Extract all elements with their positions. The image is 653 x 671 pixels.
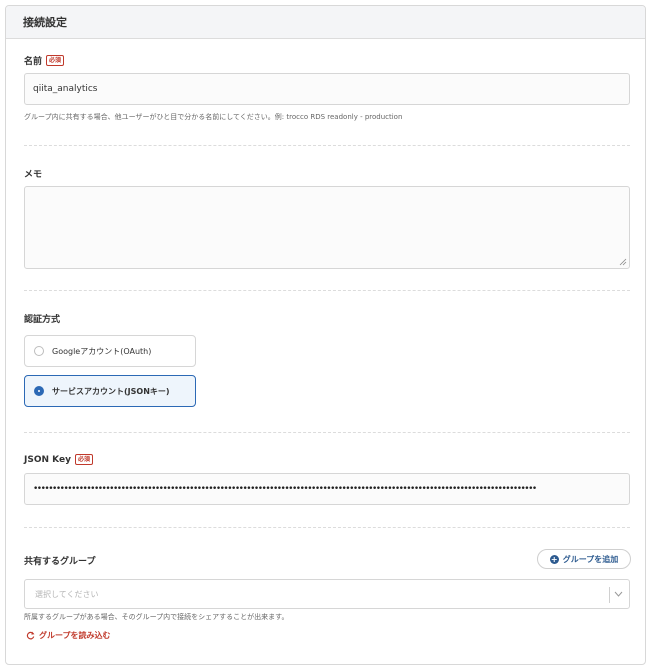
memo-label-text: メモ [24,170,43,180]
divider [24,432,630,433]
plus-circle-icon: + [549,554,559,564]
refresh-icon [26,631,35,640]
auth-option-service-account[interactable]: サービスアカウント(JSONキー) [24,375,196,407]
auth-option-service-account-label: サービスアカウント(JSONキー) [52,386,170,396]
auth-label-text: 認証方式 [24,315,61,325]
auth-option-oauth[interactable]: Googleアカウント(OAuth) [24,335,196,367]
name-label-text: 名前 [24,57,43,67]
reload-groups-link[interactable]: グループを読み込む [26,630,111,641]
reload-groups-label: グループを読み込む [39,631,111,640]
panel-title: 接続設定 [23,16,67,29]
panel-header: 接続設定 [6,6,645,39]
name-required-badge: 必須 [46,55,65,66]
group-select[interactable]: 選択してください [24,579,630,609]
resize-handle-icon[interactable] [619,258,627,266]
shared-group-label: 共有するグループ [24,554,95,567]
json-key-required-badge: 必須 [74,454,93,465]
name-input[interactable]: qiita_analytics [24,73,630,105]
shared-group-label-text: 共有するグループ [24,557,96,567]
connection-settings-panel: 接続設定 名前 必須 qiita_analytics グループ内に共有する場合、… [5,5,646,665]
divider [24,145,630,146]
json-key-label: JSON Key 必須 [24,454,93,465]
name-help-text: グループ内に共有する場合、他ユーザーがひと目で分かる名前にしてください。例: t… [24,113,403,121]
json-key-input[interactable]: ••••••••••••••••••••••••••••••••••••••••… [24,473,630,505]
divider [24,527,630,528]
radio-checked-icon[interactable] [34,386,44,396]
group-help-text: 所属するグループがある場合、そのグループ内で接続をシェアすることが出来ます。 [24,613,289,621]
memo-textarea[interactable] [24,186,630,269]
name-input-value: qiita_analytics [33,84,98,94]
group-select-placeholder: 選択してください [35,589,99,599]
add-group-button[interactable]: + グループを追加 [537,549,631,569]
name-label: 名前 必須 [24,54,65,67]
select-separator [609,587,610,603]
memo-label: メモ [24,167,42,180]
divider [24,290,630,291]
add-group-button-label: グループを追加 [562,554,619,564]
json-key-input-value: ••••••••••••••••••••••••••••••••••••••••… [33,484,537,494]
json-key-label-text: JSON Key [24,454,71,465]
auth-option-oauth-label: Googleアカウント(OAuth) [52,346,152,356]
radio-unchecked-icon[interactable] [34,346,44,356]
chevron-down-icon[interactable] [614,591,623,597]
auth-label: 認証方式 [24,312,60,325]
